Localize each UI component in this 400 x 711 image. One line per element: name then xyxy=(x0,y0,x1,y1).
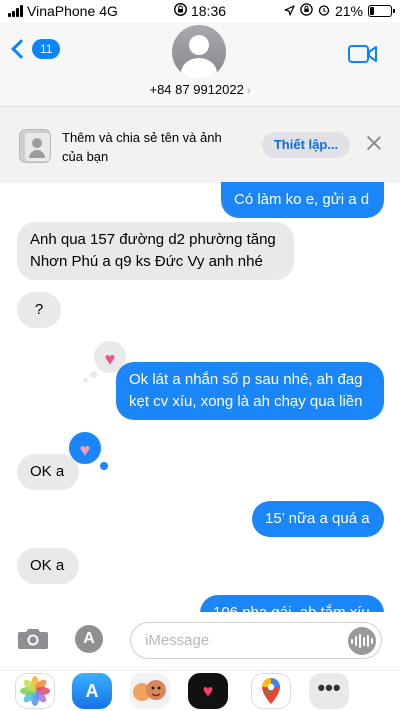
unread-count-badge: 11 xyxy=(32,39,61,59)
compose-bar: A xyxy=(0,612,400,670)
close-icon[interactable] xyxy=(366,135,382,151)
message-bubble-received[interactable]: Anh qua 157 đường d2 phường tăng Nhơn Ph… xyxy=(17,222,294,280)
voice-message-button[interactable] xyxy=(348,627,376,655)
camera-icon xyxy=(18,629,48,649)
battery-icon xyxy=(368,5,395,17)
contact-avatar[interactable] xyxy=(172,25,226,79)
chevron-left-icon xyxy=(11,39,31,59)
screen-lock-icon xyxy=(173,2,187,19)
share-name-banner: Thêm và chia sẻ tên và ảnh của bạn Thiết… xyxy=(0,106,400,183)
message-bubble-received[interactable]: ? xyxy=(17,292,61,328)
share-name-text: Thêm và chia sẻ tên và ảnh của bạn xyxy=(62,130,222,164)
message-input[interactable] xyxy=(130,622,382,659)
setup-button[interactable]: Thiết lập... xyxy=(262,132,350,158)
chevron-right-icon: › xyxy=(246,85,251,97)
location-icon xyxy=(284,3,295,19)
app-drawer: A ♥ ••• xyxy=(0,670,400,711)
message-bubble-sent[interactable]: 15’ nữa a quá a xyxy=(252,501,384,537)
memoji-app-icon[interactable] xyxy=(130,673,170,709)
facetime-video-button[interactable] xyxy=(348,44,378,69)
cellular-signal-icon xyxy=(8,5,23,17)
waveform-icon xyxy=(351,634,373,648)
video-camera-icon xyxy=(348,45,377,63)
person-icon xyxy=(189,35,209,55)
google-maps-app-icon[interactable] xyxy=(251,673,291,709)
app-store-icon[interactable]: A xyxy=(75,625,103,653)
app-store-app-icon[interactable]: A xyxy=(72,673,112,709)
rotation-lock-icon xyxy=(300,3,313,19)
contacts-icon xyxy=(19,129,51,163)
message-bubble-received[interactable]: OK a xyxy=(17,548,79,584)
back-button[interactable]: 11 xyxy=(11,39,61,59)
message-bubble-sent[interactable]: Ok lát a nhắn số p sau nhé, ah đag kẹt c… xyxy=(116,362,384,420)
conversation-header: 11 +84 87 9912022 › xyxy=(0,22,400,106)
battery-percent: 21% xyxy=(334,3,363,19)
alarm-icon xyxy=(318,3,330,19)
digital-touch-app-icon[interactable]: ♥ xyxy=(188,673,228,709)
contact-name-button[interactable]: +84 87 9912022 › xyxy=(0,82,400,97)
status-bar: VinaPhone 4G 18:36 21% xyxy=(0,0,400,22)
photos-app-icon[interactable] xyxy=(15,673,55,709)
carrier-name: VinaPhone xyxy=(27,3,96,19)
contact-phone-number: +84 87 9912022 xyxy=(149,82,244,97)
camera-button[interactable] xyxy=(17,626,49,650)
message-bubble-sent[interactable]: Có làm ko e, gửi a d xyxy=(221,182,384,218)
more-apps-icon[interactable]: ••• xyxy=(309,673,349,709)
network-type: 4G xyxy=(99,3,118,19)
clock-time: 18:36 xyxy=(190,3,227,19)
message-bubble-received[interactable]: OK a xyxy=(17,454,79,490)
